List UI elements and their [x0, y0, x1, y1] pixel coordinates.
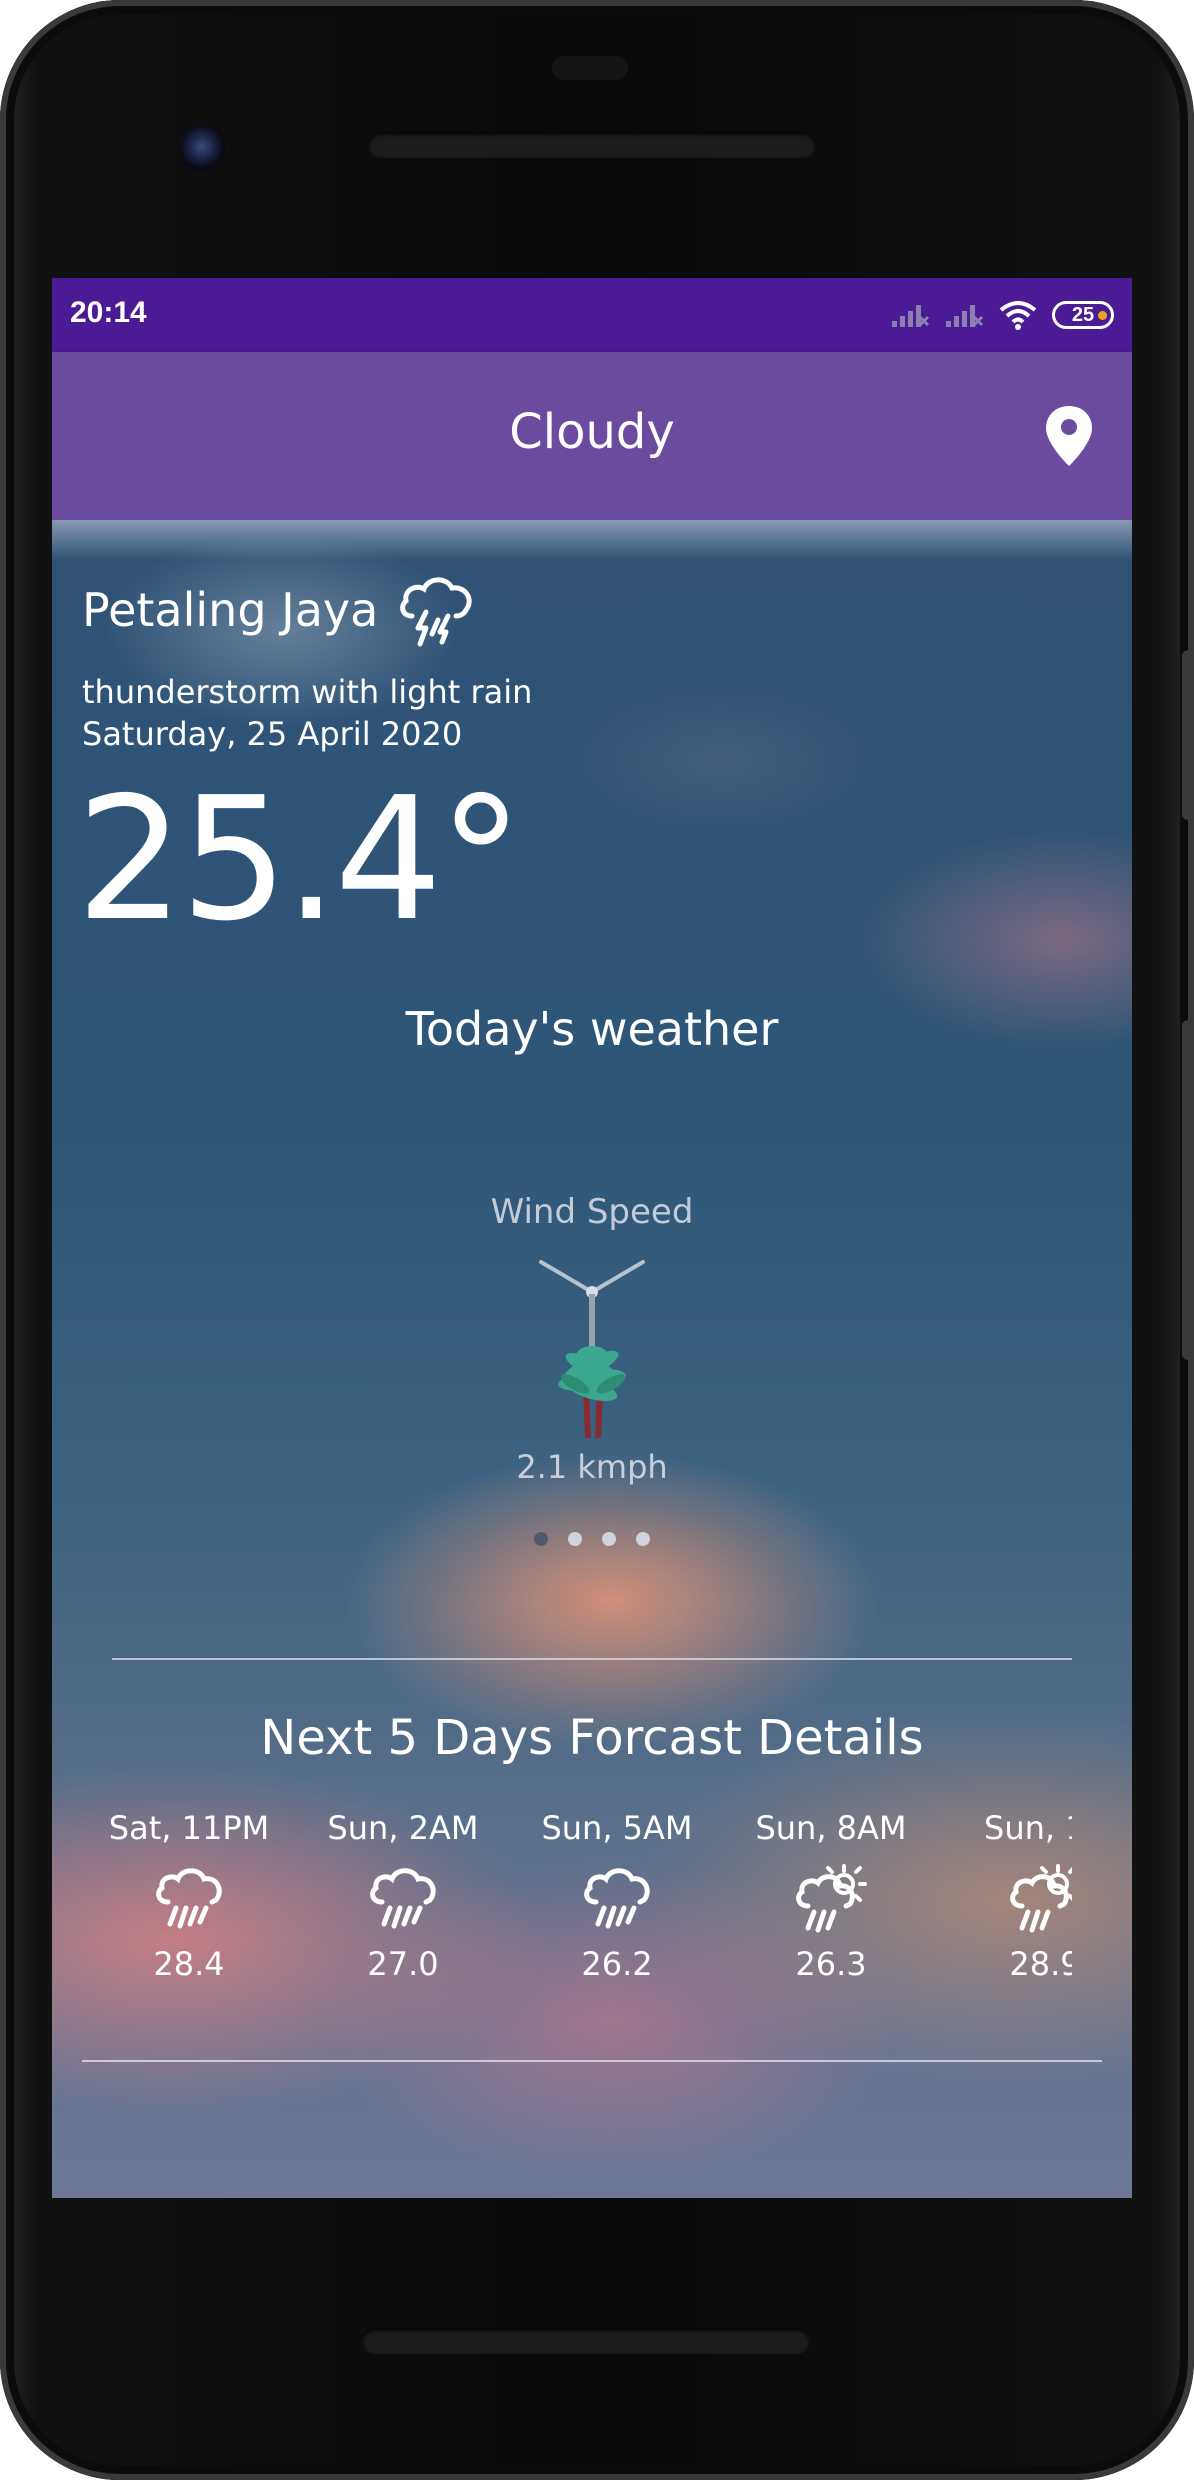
- forecast-item[interactable]: Sun, 2AM 27.0: [296, 1808, 510, 1984]
- page-indicator[interactable]: [52, 1532, 1132, 1546]
- forecast-item[interactable]: Sun, 8AM 26.3: [724, 1808, 938, 1984]
- forecast-time: Sun, 5AM: [541, 1809, 693, 1847]
- forecast-time: Sun, 11: [984, 1809, 1072, 1847]
- app-title: Cloudy: [509, 404, 675, 460]
- proximity-sensor: [552, 56, 628, 80]
- battery-icon: 25: [1052, 301, 1114, 329]
- forecast-time: Sun, 8AM: [755, 1809, 907, 1847]
- app-bar: Cloudy: [52, 352, 1132, 520]
- page-dot[interactable]: [534, 1532, 548, 1546]
- weather-description: thunderstorm with light rain: [82, 673, 533, 711]
- forecast-temp: 28.9: [1009, 1945, 1072, 1983]
- status-time: 20:14: [70, 296, 147, 329]
- forecast-temp: 27.0: [367, 1945, 439, 1983]
- current-temperature: 25.4°: [76, 761, 524, 959]
- phone-frame: 20:14 25 Cloudy Petaling Jaya thundersto…: [0, 0, 1194, 2480]
- forecast-item[interactable]: Sun, 5AM 26.2: [510, 1808, 724, 1984]
- battery-level: 25: [1071, 303, 1095, 326]
- location-pin-icon[interactable]: [1042, 404, 1096, 468]
- volume-button: [1182, 650, 1194, 820]
- pager-value: 2.1 kmph: [516, 1448, 668, 1486]
- bottom-speaker: [362, 2328, 810, 2354]
- sun-rain-icon: [1010, 1864, 1072, 1933]
- power-button: [1182, 1020, 1194, 1360]
- city-row: Petaling Jaya: [82, 570, 480, 650]
- wifi-icon: [999, 301, 1037, 330]
- pager-label: Wind Speed: [490, 1192, 694, 1232]
- forecast-time: Sun, 2AM: [327, 1809, 479, 1847]
- weather-content: Petaling Jaya thunderstorm with light ra…: [52, 520, 1132, 2198]
- forecast-temp: 26.2: [581, 1945, 653, 1983]
- page-dot[interactable]: [568, 1532, 582, 1546]
- windmill-icon[interactable]: [535, 1258, 649, 1442]
- forecast-list[interactable]: Sat, 11PM 28.4 Sun, 2AM 27.0 Sun, 5AM 26…: [82, 1808, 1072, 2008]
- city-name: Petaling Jaya: [82, 583, 379, 637]
- screen: 20:14 25 Cloudy Petaling Jaya thundersto…: [52, 278, 1132, 2198]
- cloud-rain-icon: [156, 1868, 222, 1929]
- todays-weather-title: Today's weather: [405, 1002, 779, 1056]
- thunderstorm-icon: [400, 577, 472, 647]
- forecast-temp: 26.3: [795, 1945, 867, 1983]
- status-icons: 25: [890, 296, 1114, 334]
- forecast-temp: 28.4: [153, 1945, 225, 1983]
- cloud-rain-icon: [370, 1868, 436, 1929]
- sun-rain-icon: [796, 1864, 867, 1933]
- status-bar: 20:14 25: [52, 278, 1132, 352]
- signal-off-icon: [892, 305, 930, 327]
- divider: [112, 1658, 1072, 1660]
- divider: [82, 2060, 1102, 2062]
- forecast-item[interactable]: Sun, 11 28.9: [938, 1808, 1072, 1984]
- earpiece-speaker: [368, 132, 816, 158]
- cloud-rain-icon: [584, 1868, 650, 1929]
- forecast-time: Sat, 11PM: [108, 1809, 270, 1847]
- signal-off-icon: [946, 305, 984, 327]
- current-date: Saturday, 25 April 2020: [82, 715, 463, 753]
- page-dot[interactable]: [636, 1532, 650, 1546]
- page-dot[interactable]: [602, 1532, 616, 1546]
- forecast-title: Next 5 Days Forcast Details: [260, 1710, 924, 1766]
- front-camera: [180, 125, 228, 173]
- forecast-item[interactable]: Sat, 11PM 28.4: [82, 1808, 296, 1984]
